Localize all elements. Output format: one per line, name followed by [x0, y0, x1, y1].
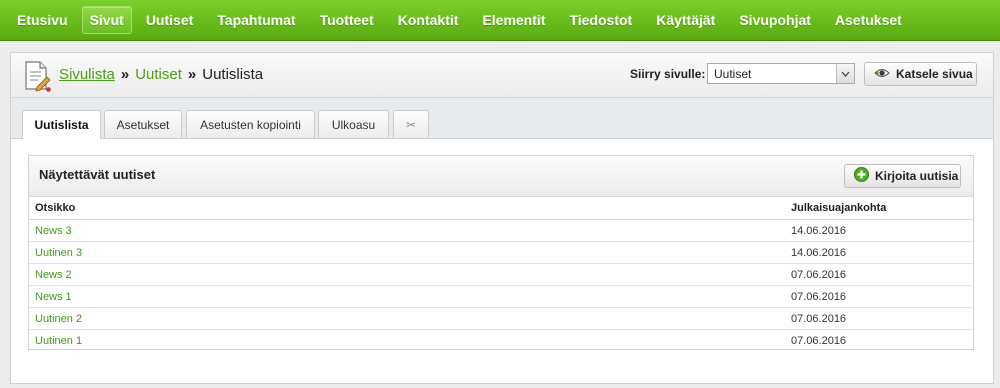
news-title-link[interactable]: News 1: [35, 291, 72, 303]
page-edit-icon: [23, 60, 51, 92]
news-date: 07.06.2016: [791, 269, 847, 281]
tab-asetusten-kopiointi[interactable]: Asetusten kopiointi: [186, 110, 315, 138]
table-row: News 2 07.06.2016: [29, 264, 973, 286]
tab-asetukset[interactable]: Asetukset: [104, 110, 182, 138]
news-title-link[interactable]: Uutinen 3: [35, 247, 82, 259]
nav-item-elementit[interactable]: Elementit: [472, 6, 555, 34]
news-table-header: Otsikko Julkaisuajankohta: [29, 197, 973, 220]
news-date: 07.06.2016: [791, 313, 847, 325]
nav-item-tapahtumat[interactable]: Tapahtumat: [207, 6, 305, 34]
breadcrumb-current: Uutislista: [202, 66, 264, 83]
news-date: 14.06.2016: [791, 225, 847, 237]
view-page-button[interactable]: Katsele sivua: [864, 62, 977, 86]
news-title-link[interactable]: Uutinen 1: [35, 335, 82, 347]
write-news-label: Kirjoita uutisia: [875, 169, 959, 183]
news-title-link[interactable]: News 2: [35, 269, 72, 281]
breadcrumb-uutiset-link[interactable]: Uutiset: [135, 66, 182, 83]
nav-item-kontaktit[interactable]: Kontaktit: [388, 6, 469, 34]
table-row: News 1 07.06.2016: [29, 286, 973, 308]
tab-uutislista[interactable]: Uutislista: [22, 110, 101, 139]
table-row: Uutinen 1 07.06.2016: [29, 330, 973, 351]
breadcrumb: Sivulista » Uutiset » Uutislista: [59, 66, 263, 83]
nav-item-sivupohjat[interactable]: Sivupohjat: [729, 6, 821, 34]
breadcrumb-bar: Sivulista » Uutiset » Uutislista Siirry …: [11, 53, 993, 98]
main-panel: Sivulista » Uutiset » Uutislista Siirry …: [10, 52, 994, 384]
breadcrumb-sivulista-link[interactable]: Sivulista: [59, 66, 115, 83]
goto-page-value: Uutiset: [714, 67, 752, 81]
tab-ulkoasu[interactable]: Ulkoasu: [318, 110, 389, 138]
column-header-title[interactable]: Otsikko: [35, 202, 75, 214]
news-date: 07.06.2016: [791, 335, 847, 347]
nav-item-uutiset[interactable]: Uutiset: [136, 6, 203, 34]
nav-item-etusivu[interactable]: Etusivu: [7, 6, 78, 34]
news-title-link[interactable]: News 3: [35, 225, 72, 237]
view-page-label: Katsele sivua: [896, 67, 973, 81]
table-row: Uutinen 2 07.06.2016: [29, 308, 973, 330]
table-row: News 3 14.06.2016: [29, 220, 973, 242]
nav-item-kayttajat[interactable]: Käyttäjät: [646, 6, 725, 34]
news-date: 07.06.2016: [791, 291, 847, 303]
news-box-header: Näytettävät uutiset Kirjoita uutisia: [29, 156, 973, 197]
add-icon: [854, 167, 869, 185]
news-box: Näytettävät uutiset Kirjoita uutisia Ots…: [28, 155, 974, 350]
chevron-down-icon[interactable]: [836, 64, 854, 83]
column-header-date[interactable]: Julkaisuajankohta: [791, 202, 886, 214]
nav-item-tuotteet[interactable]: Tuotteet: [310, 6, 384, 34]
tab-scissors[interactable]: ✂: [393, 110, 429, 138]
breadcrumb-separator: »: [187, 66, 197, 83]
table-row: Uutinen 3 14.06.2016: [29, 242, 973, 264]
top-navigation: Etusivu Sivut Uutiset Tapahtumat Tuottee…: [0, 0, 1000, 41]
eye-icon: [874, 67, 890, 82]
scissors-icon: ✂: [405, 117, 417, 132]
nav-item-tiedostot[interactable]: Tiedostot: [559, 6, 642, 34]
goto-page-label: Siirry sivulle:: [630, 67, 706, 81]
write-news-button[interactable]: Kirjoita uutisia: [844, 164, 961, 188]
nav-item-sivut[interactable]: Sivut: [81, 6, 132, 34]
news-box-title: Näytettävät uutiset: [39, 167, 156, 182]
breadcrumb-separator: »: [120, 66, 130, 83]
news-date: 14.06.2016: [791, 247, 847, 259]
tab-bar: Uutislista Asetukset Asetusten kopiointi…: [11, 98, 993, 139]
goto-page-select[interactable]: Uutiset: [707, 63, 855, 84]
nav-item-asetukset[interactable]: Asetukset: [825, 6, 912, 34]
news-title-link[interactable]: Uutinen 2: [35, 313, 82, 325]
